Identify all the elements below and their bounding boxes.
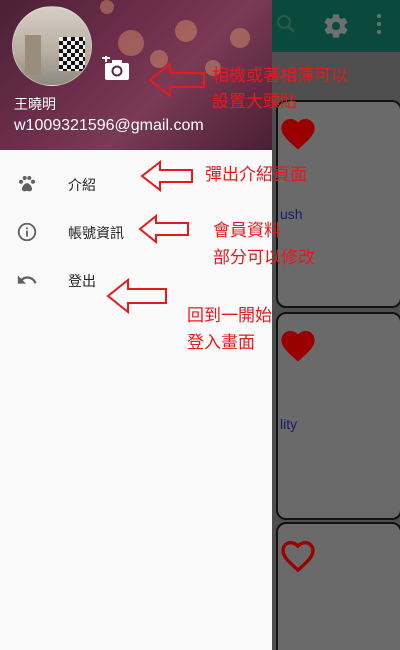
menu-item-label: 介紹 [68, 177, 96, 193]
annotation-arrow [106, 278, 167, 314]
undo-icon [17, 275, 37, 284]
header-bokeh [118, 30, 144, 56]
annotation-intro: 彈出介紹頁面 [205, 165, 307, 185]
annotation-arrow [148, 62, 205, 98]
heart-outline-icon [281, 540, 315, 573]
avatar-photo-detail [59, 37, 85, 71]
header-bokeh [175, 20, 197, 42]
menu-item-label: 帳號資訊 [68, 225, 124, 241]
add-photo-camera-icon[interactable] [102, 56, 132, 82]
card-text: lity [280, 416, 298, 432]
heart-icon [281, 119, 315, 150]
background-card[interactable]: lity [276, 312, 400, 520]
header-bokeh [230, 28, 250, 48]
heart-icon [281, 331, 315, 362]
info-icon [17, 222, 37, 242]
card-text: ush [280, 206, 303, 222]
annotation-account-line1: 會員資料 [213, 221, 281, 241]
annotation-arrow [140, 160, 193, 192]
avatar-photo-detail [25, 35, 41, 75]
background-icon [277, 15, 295, 33]
annotation-camera-line2: 設置大頭貼 [212, 92, 297, 112]
avatar[interactable] [12, 6, 92, 86]
annotation-logout-line1: 回到一開始 [187, 306, 272, 326]
user-name: 王曉明 [14, 96, 56, 112]
annotation-logout-line2: 登入畫面 [187, 333, 255, 353]
menu-item-label: 登出 [68, 273, 96, 289]
annotation-arrow [138, 214, 189, 244]
gear-icon[interactable] [322, 12, 350, 40]
paw-icon [19, 176, 35, 192]
overflow-menu-icon[interactable] [374, 14, 384, 38]
user-email: w1009321596@gmail.com [14, 117, 204, 134]
header-bokeh [100, 0, 114, 14]
annotation-camera-line1: 相機或著相簿可以 [212, 66, 348, 86]
background-card[interactable] [276, 522, 400, 650]
annotation-account-line2: 部分可以修改 [213, 248, 315, 268]
background-card[interactable]: ush [276, 100, 400, 308]
